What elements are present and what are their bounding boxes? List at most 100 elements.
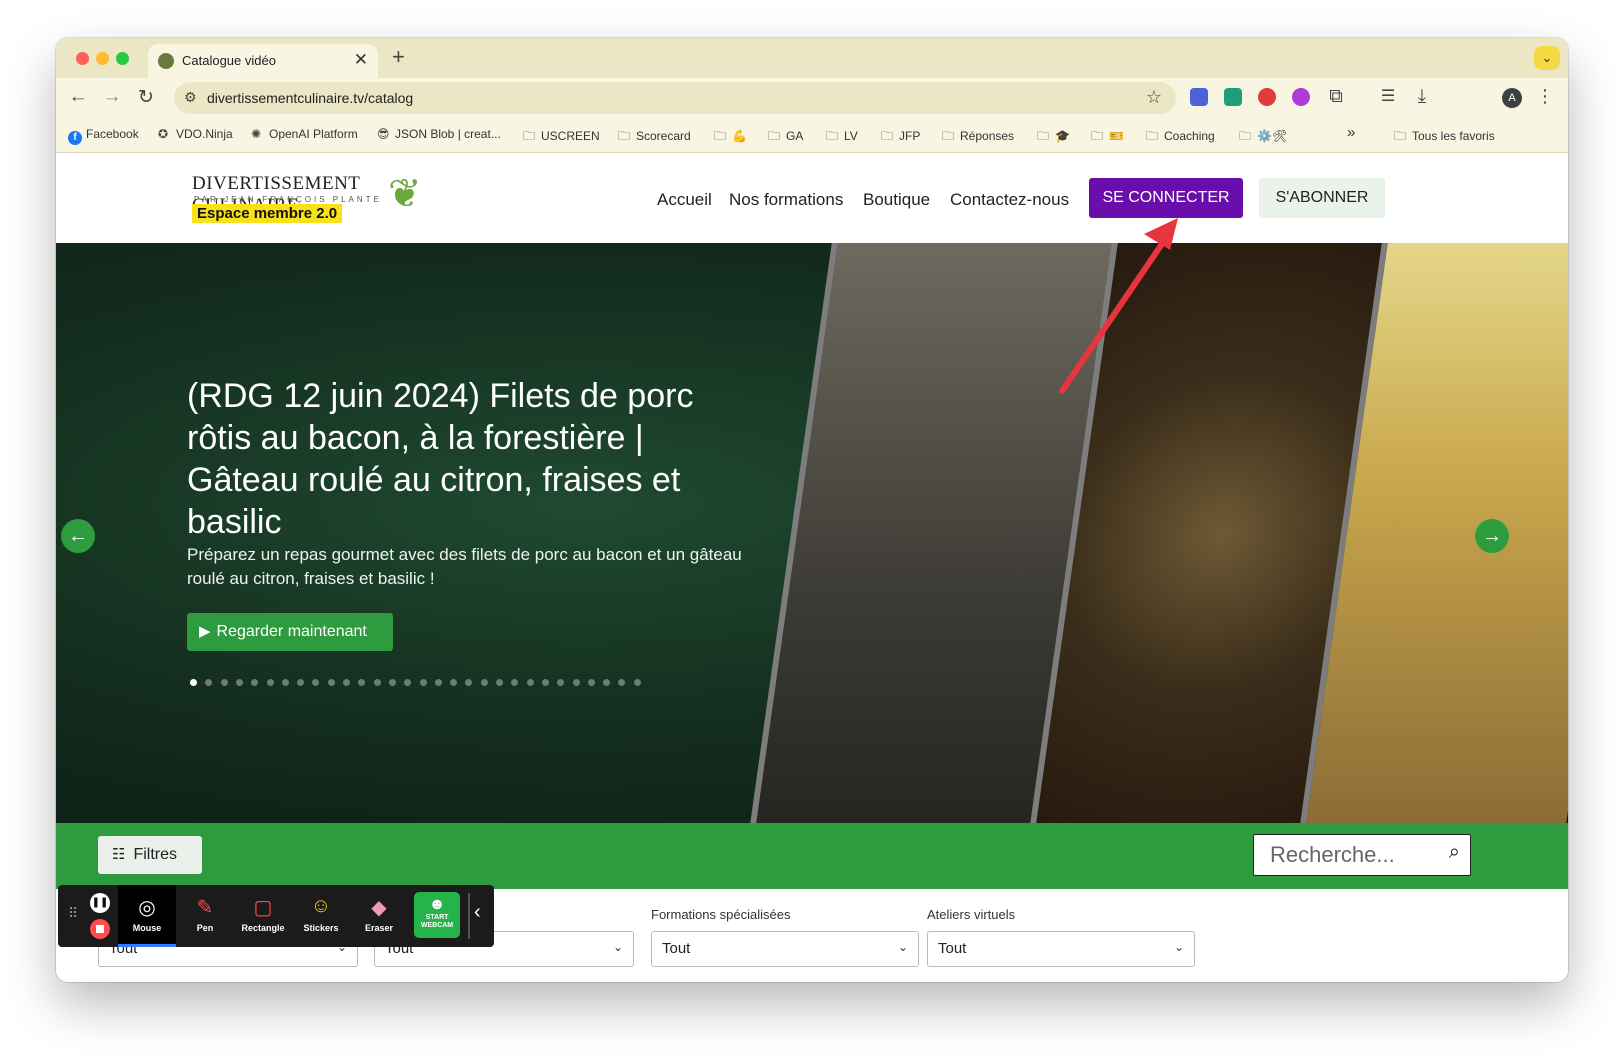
site-settings-icon[interactable]: ⚙ [184,89,197,106]
play-icon: ▶ [199,623,211,640]
carousel-dot[interactable] [541,679,549,686]
bookmarks-overflow-button[interactable]: » [1347,124,1355,141]
bookmark-vdo-ninja[interactable]: ✪ VDO.Ninja [158,127,233,141]
minimize-window-button[interactable] [96,52,109,65]
carousel-prev-arrow-icon[interactable]: ← [61,519,95,553]
extension-2-icon[interactable] [1224,88,1242,106]
address-bar[interactable]: ⚙ divertissementculinaire.tv/catalog ☆ [174,82,1176,114]
bookmark-coaching[interactable]: 🗀 Coaching [1146,127,1215,148]
regarder-maintenant-button[interactable]: ▶ Regarder maintenant [187,613,393,651]
nav-accueil[interactable]: Accueil [657,190,712,210]
carousel-dot[interactable] [190,679,197,686]
tab-close-icon[interactable]: ✕ [354,50,368,70]
carousel-dot[interactable] [587,679,595,686]
carousel-dot[interactable] [434,679,442,686]
collapse-toolbar-icon[interactable]: ‹ [474,901,481,924]
s-abonner-button[interactable]: S'ABONNER [1259,178,1385,218]
drag-handle-icon[interactable]: ⠿ [68,905,78,922]
carousel-dot[interactable] [419,679,427,686]
openai-icon: ✺ [251,127,262,141]
chevron-down-icon: ⌄ [612,940,623,954]
bookmarks-bar: f Facebook ✪ VDO.Ninja ✺ OpenAI Platform 😎 J… [56,118,1568,153]
carousel-dot[interactable] [327,679,335,686]
start-webcam-button[interactable]: ☻ START WEBCAM [414,892,460,938]
carousel-dot[interactable] [496,679,503,686]
tool-eraser[interactable]: ◆ Eraser [350,885,408,947]
stop-recording-button[interactable] [90,919,110,939]
chevron-down-icon: ⌄ [1173,940,1184,954]
select-ateliers-virtuels[interactable]: Tout ⌄ [927,931,1195,967]
eraser-icon: ◆ [371,897,387,919]
carousel-dot[interactable] [633,679,641,686]
folder-icon: 🗀 [618,129,631,143]
bookmark-openai[interactable]: ✺ OpenAI Platform [251,127,358,141]
reading-list-icon[interactable]: ☰ [1376,86,1400,106]
tool-stickers[interactable]: ☺ Stickers [292,885,350,947]
tool-pen[interactable]: ✎ Pen [176,885,234,947]
carousel-dot[interactable] [388,679,396,686]
bookmark-ga[interactable]: 🗀 GA [768,127,803,148]
forward-icon[interactable]: → [100,86,124,108]
bookmark-muscle[interactable]: 🗀 💪 [714,127,747,148]
bookmark-facebook[interactable]: f Facebook [68,127,139,145]
bookmark-star-icon[interactable]: ☆ [1146,87,1162,108]
carousel-dot[interactable] [480,679,488,686]
carousel-dot[interactable] [343,679,350,686]
browser-tab[interactable]: Catalogue vidéo ✕ [148,44,378,78]
bookmark-graduation[interactable]: 🗀 🎓 [1037,127,1070,148]
nav-contactez-nous[interactable]: Contactez-nous [950,190,1069,210]
search-icon[interactable]: ⌕ [1449,841,1460,864]
bookmark-ticket[interactable]: 🗀 🎫 [1091,127,1124,148]
nav-nos-formations[interactable]: Nos formations [729,190,843,210]
pen-icon: ✎ [196,897,214,919]
extension-3-icon[interactable] [1258,88,1276,106]
folder-icon: 🗀 [523,129,536,143]
url-text[interactable]: divertissementculinaire.tv/catalog [207,90,413,106]
maximize-window-button[interactable] [116,52,129,65]
carousel-next-arrow-icon[interactable]: → [1475,519,1509,553]
back-icon[interactable]: ← [66,86,90,108]
tab-strip: Catalogue vidéo ✕ + ⌄ [56,38,1568,78]
download-icon[interactable]: ⤓ [1410,86,1434,108]
tool-mouse[interactable]: ◎ Mouse [118,885,176,947]
pause-recording-button[interactable]: ❚❚ [90,893,110,913]
bookmark-json-blob[interactable]: 😎 JSON Blob | creat... [377,127,501,141]
carousel-dot[interactable] [266,679,274,686]
bookmark-uscreen[interactable]: 🗀 USCREEN [523,127,600,148]
carousel-dot[interactable] [572,679,580,686]
carousel-dot[interactable] [526,679,534,686]
folder-icon: 🗀 [1394,129,1407,143]
bookmark-lv[interactable]: 🗀 LV [826,127,858,148]
site-logo[interactable]: DIVERTISSEMENT CULINAIRE PAR JEAN-FRANÇO… [192,171,452,227]
toolbar-divider [468,893,470,939]
bookmark-tools[interactable]: 🗀 ⚙️🛠 [1239,127,1287,148]
carousel-dot[interactable] [220,679,228,686]
search-input[interactable]: Recherche... ⌕ [1253,834,1471,876]
extension-4-icon[interactable] [1292,88,1310,106]
reload-icon[interactable]: ↻ [134,86,158,109]
carousel-dot[interactable] [235,679,243,686]
extension-1-icon[interactable] [1190,88,1208,106]
carousel-dot[interactable] [281,679,289,686]
facebook-icon: f [68,131,82,145]
profile-avatar[interactable]: A [1502,88,1522,108]
all-bookmarks[interactable]: 🗀 Tous les favoris [1394,127,1495,148]
vdo-ninja-icon: ✪ [158,127,169,141]
nav-boutique[interactable]: Boutique [863,190,930,210]
bookmark-scorecard[interactable]: 🗀 Scorecard [618,127,691,148]
carousel-dot[interactable] [373,679,381,686]
browser-menu-icon[interactable]: ⋮ [1536,86,1554,107]
bookmark-jfp[interactable]: 🗀 JFP [881,127,920,148]
close-window-button[interactable] [76,52,89,65]
site-favicon-icon [158,53,174,69]
hero-carousel: (RDG 12 juin 2024) Filets de porc rôtis … [56,243,1568,823]
select-formations-specialisees[interactable]: Tout ⌄ [651,931,919,967]
se-connecter-button[interactable]: SE CONNECTER [1089,178,1243,218]
tool-rectangle[interactable]: ▢ Rectangle [234,885,292,947]
webcam-icon: ☻ [428,896,446,913]
new-tab-button[interactable]: + [392,44,405,70]
bookmark-reponses[interactable]: 🗀 Réponses [942,127,1014,148]
filtres-button[interactable]: ☷ Filtres [98,836,202,874]
extensions-puzzle-icon[interactable]: ⧉ [1324,86,1348,108]
tab-search-button[interactable]: ⌄ [1534,46,1560,70]
